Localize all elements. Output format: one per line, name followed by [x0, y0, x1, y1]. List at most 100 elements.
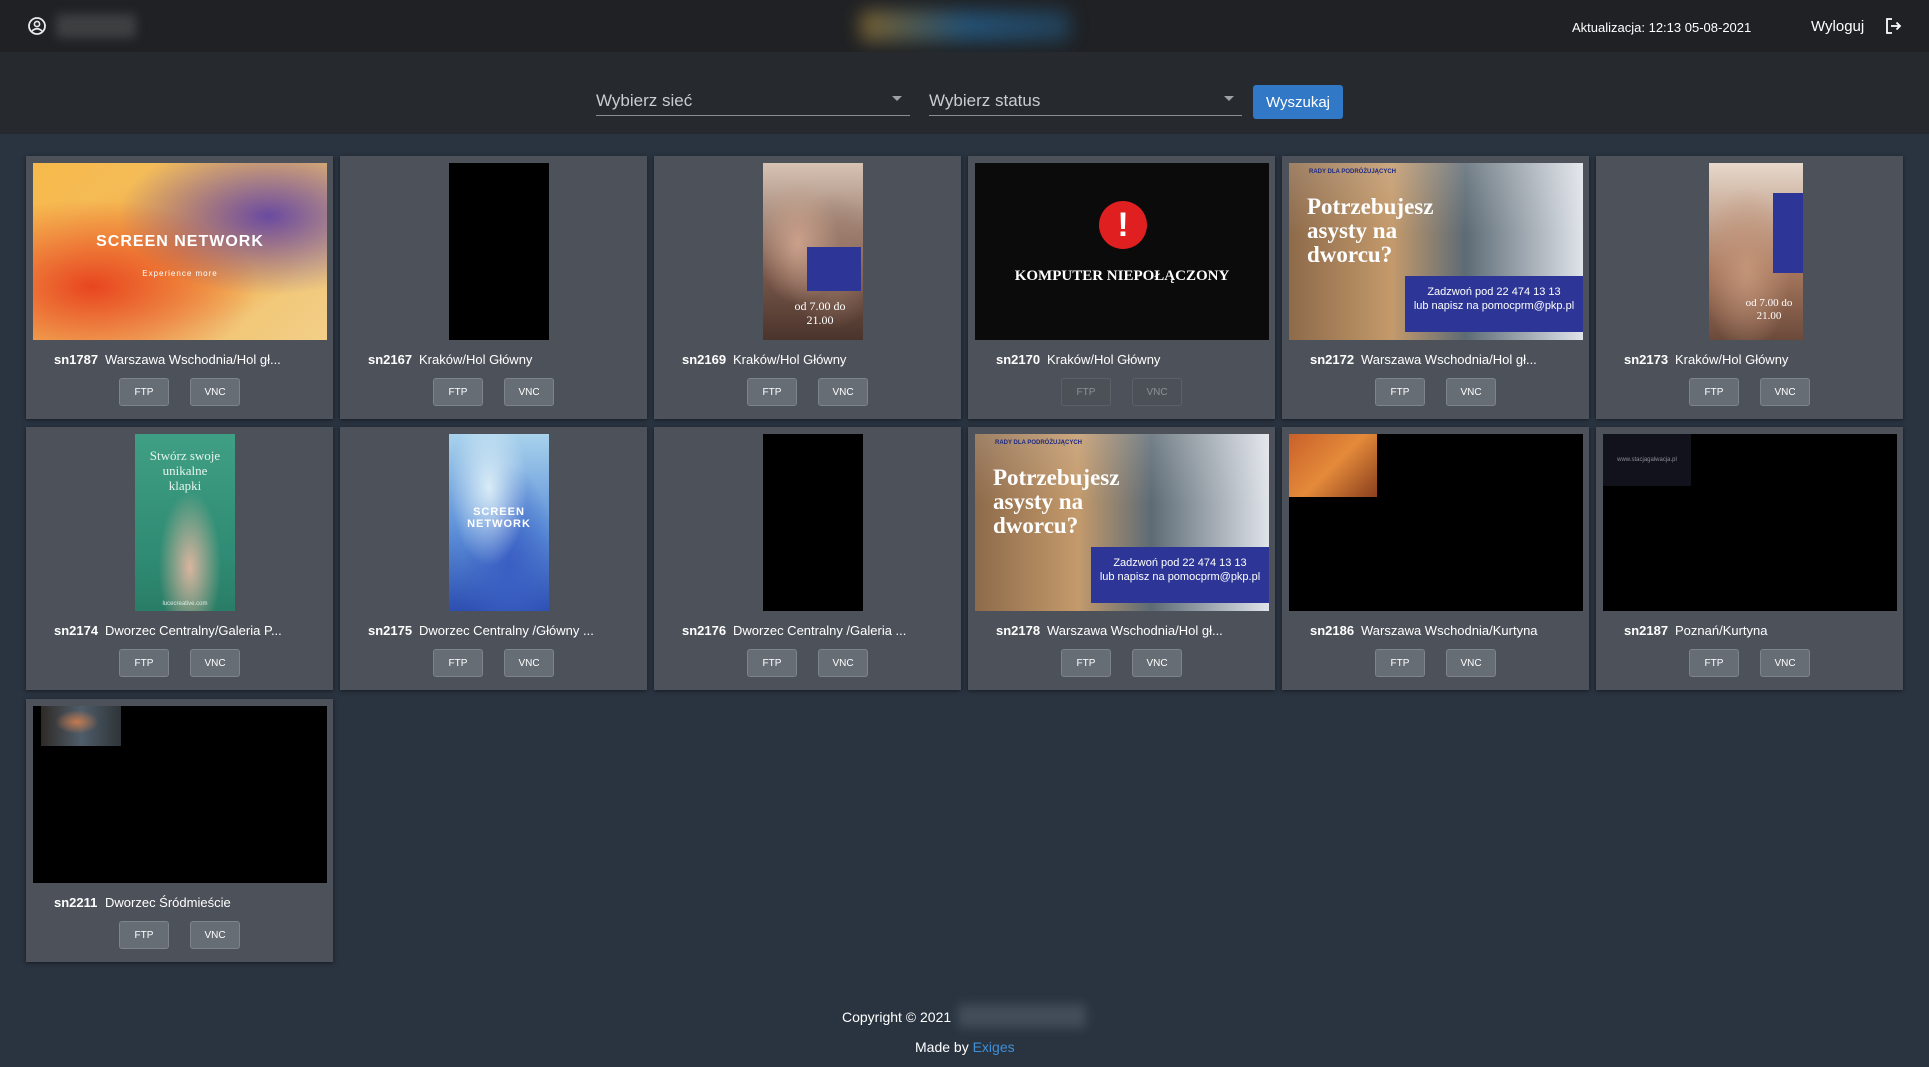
screen-card: sn2176 Dworzec Centralny /Galeria ... FT… — [654, 427, 961, 690]
account-circle-icon[interactable] — [27, 16, 47, 36]
logout-link[interactable]: Wyloguj — [1811, 18, 1864, 35]
screen-id: sn2173 — [1624, 352, 1669, 367]
vnc-button[interactable]: VNC — [190, 649, 240, 677]
screen-id: sn2172 — [1310, 352, 1355, 367]
screen-thumbnail[interactable] — [33, 706, 327, 883]
screen-location: Dworzec Centralny/Galeria P... — [105, 623, 282, 638]
vnc-button[interactable]: VNC — [1132, 649, 1182, 677]
screen-thumbnail[interactable]: RADY DLA PODRÓŻUJĄCYCH Potrzebujesz asys… — [1289, 163, 1583, 340]
screen-thumbnail[interactable]: www.stacjagalwacja.pl — [1603, 434, 1897, 611]
screen-id: sn2174 — [54, 623, 99, 638]
kids-ad-image: od 7.00 do 21.00 — [763, 163, 863, 340]
ftp-button[interactable]: FTP — [119, 378, 169, 406]
screen-thumbnail[interactable]: SCREEN NETWORK Experience more — [33, 163, 327, 340]
search-button[interactable]: Wyszukaj — [1253, 85, 1343, 119]
ftp-button[interactable]: FTP — [1061, 649, 1111, 677]
network-select[interactable]: Wybierz sieć — [596, 82, 910, 116]
screen-card: sn2167 Kraków/Hol Główny FTP VNC — [340, 156, 647, 419]
chevron-down-icon — [1224, 96, 1234, 101]
vnc-button[interactable]: VNC — [190, 378, 240, 406]
ftp-button[interactable]: FTP — [1689, 378, 1739, 406]
status-select-placeholder: Wybierz status — [929, 91, 1041, 110]
ad-contact-box: Zadzwoń pod 22 474 13 13 lub napisz na p… — [1405, 276, 1583, 332]
screen-thumbnail[interactable]: ! KOMPUTER NIEPOŁĄCZONY — [975, 163, 1269, 340]
user-name-redacted — [56, 14, 136, 38]
made-by-link[interactable]: Exiges — [973, 1039, 1015, 1055]
logout-icon[interactable] — [1884, 17, 1902, 35]
screen-id: sn2178 — [996, 623, 1041, 638]
screen-card: sn2186 Warszawa Wschodnia/Kurtyna FTP VN… — [1282, 427, 1589, 690]
ftp-button: FTP — [1061, 378, 1111, 406]
screen-grid: SCREEN NETWORK Experience more sn1787 Wa… — [26, 156, 1906, 966]
ad-title: Potrzebujesz asysty na dworcu? — [993, 465, 1120, 538]
ftp-button[interactable]: FTP — [433, 649, 483, 677]
screen-card: ! KOMPUTER NIEPOŁĄCZONY sn2170 Kraków/Ho… — [968, 156, 1275, 419]
company-name-redacted — [958, 1004, 1086, 1028]
ftp-button[interactable]: FTP — [747, 378, 797, 406]
blank-screen-image: www.stacjagalwacja.pl — [1603, 434, 1897, 611]
person-preview-inset — [41, 706, 121, 746]
offline-message: KOMPUTER NIEPOŁĄCZONY — [1014, 268, 1230, 284]
screen-location: Warszawa Wschodnia/Hol gł... — [1361, 352, 1537, 367]
ad-title: Potrzebujesz asysty na dworcu? — [1307, 194, 1434, 267]
vnc-button[interactable]: VNC — [1446, 649, 1496, 677]
screen-location: Dworzec Centralny /Galeria ... — [733, 623, 907, 638]
url-preview-inset: www.stacjagalwacja.pl — [1603, 434, 1691, 486]
vnc-button[interactable]: VNC — [190, 921, 240, 949]
screen-location: Kraków/Hol Główny — [1047, 352, 1161, 367]
ftp-button[interactable]: FTP — [1375, 378, 1425, 406]
screen-card: RADY DLA PODRÓŻUJĄCYCH Potrzebujesz asys… — [968, 427, 1275, 690]
vnc-button[interactable]: VNC — [504, 378, 554, 406]
screen-id: sn2175 — [368, 623, 413, 638]
screen-network-tagline: Experience more — [142, 269, 218, 278]
copyright-text: Copyright © 2021 — [842, 1009, 952, 1025]
screen-card: www.stacjagalwacja.pl sn2187 Poznań/Kurt… — [1596, 427, 1903, 690]
screen-id: sn2211 — [54, 895, 98, 910]
screen-location: Kraków/Hol Główny — [1675, 352, 1789, 367]
made-by-text: Made by Exiges — [915, 1039, 1015, 1055]
vnc-button[interactable]: VNC — [818, 378, 868, 406]
screen-card: SCREEN NETWORK sn2175 Dworzec Centralny … — [340, 427, 647, 690]
ftp-button[interactable]: FTP — [119, 921, 169, 949]
network-select-placeholder: Wybierz sieć — [596, 91, 693, 110]
screen-thumbnail[interactable]: Stwórz swoje unikalne klapki lucecreativ… — [33, 434, 327, 611]
vnc-button[interactable]: VNC — [1446, 378, 1496, 406]
blank-screen-image — [1289, 434, 1583, 611]
screen-thumbnail[interactable] — [1289, 434, 1583, 611]
screen-id: sn2186 — [1310, 623, 1355, 638]
pkp-ad-image: RADY DLA PODRÓŻUJĄCYCH Potrzebujesz asys… — [975, 434, 1269, 611]
ad-title: Stwórz swoje unikalne klapki — [149, 448, 221, 493]
ad-hours-text: od 7.00 do 21.00 — [1745, 297, 1793, 322]
vnc-button[interactable]: VNC — [1760, 649, 1810, 677]
screen-thumbnail[interactable]: RADY DLA PODRÓŻUJĄCYCH Potrzebujesz asys… — [975, 434, 1269, 611]
screen-network-logo: SCREEN NETWORK — [96, 233, 264, 250]
sandal-ad-image: Stwórz swoje unikalne klapki lucecreativ… — [135, 434, 235, 611]
ftp-button[interactable]: FTP — [1375, 649, 1425, 677]
ad-phone: Zadzwoń pod 22 474 13 13 — [1427, 286, 1561, 298]
status-select[interactable]: Wybierz status — [929, 82, 1242, 116]
video-preview-inset — [1289, 434, 1377, 497]
screen-location: Kraków/Hol Główny — [419, 352, 533, 367]
screen-thumbnail[interactable] — [347, 163, 641, 340]
screen-location: Dworzec Centralny /Główny ... — [419, 623, 594, 638]
screen-id: sn2169 — [682, 352, 727, 367]
screen-thumbnail[interactable]: SCREEN NETWORK — [347, 434, 641, 611]
brand-logo-redacted — [860, 10, 1070, 42]
vnc-button[interactable]: VNC — [818, 649, 868, 677]
screen-network-logo: SCREEN NETWORK — [467, 506, 531, 530]
screen-thumbnail[interactable] — [661, 434, 955, 611]
ad-info-box — [807, 247, 861, 291]
screen-location: Warszawa Wschodnia/Kurtyna — [1361, 623, 1538, 638]
vnc-button[interactable]: VNC — [1760, 378, 1810, 406]
ftp-button[interactable]: FTP — [119, 649, 169, 677]
alert-icon: ! — [1099, 201, 1147, 249]
chevron-down-icon — [892, 96, 902, 101]
ftp-button[interactable]: FTP — [433, 378, 483, 406]
screen-thumbnail[interactable]: od 7.00 do 21.00 — [661, 163, 955, 340]
ftp-button[interactable]: FTP — [747, 649, 797, 677]
screen-thumbnail[interactable]: od 7.00 do 21.00 — [1603, 163, 1897, 340]
ad-email: lub napisz na pomocprm@pkp.pl — [1413, 300, 1575, 312]
vnc-button[interactable]: VNC — [504, 649, 554, 677]
ftp-button[interactable]: FTP — [1689, 649, 1739, 677]
screen-location: Warszawa Wschodnia/Hol gł... — [1047, 623, 1223, 638]
